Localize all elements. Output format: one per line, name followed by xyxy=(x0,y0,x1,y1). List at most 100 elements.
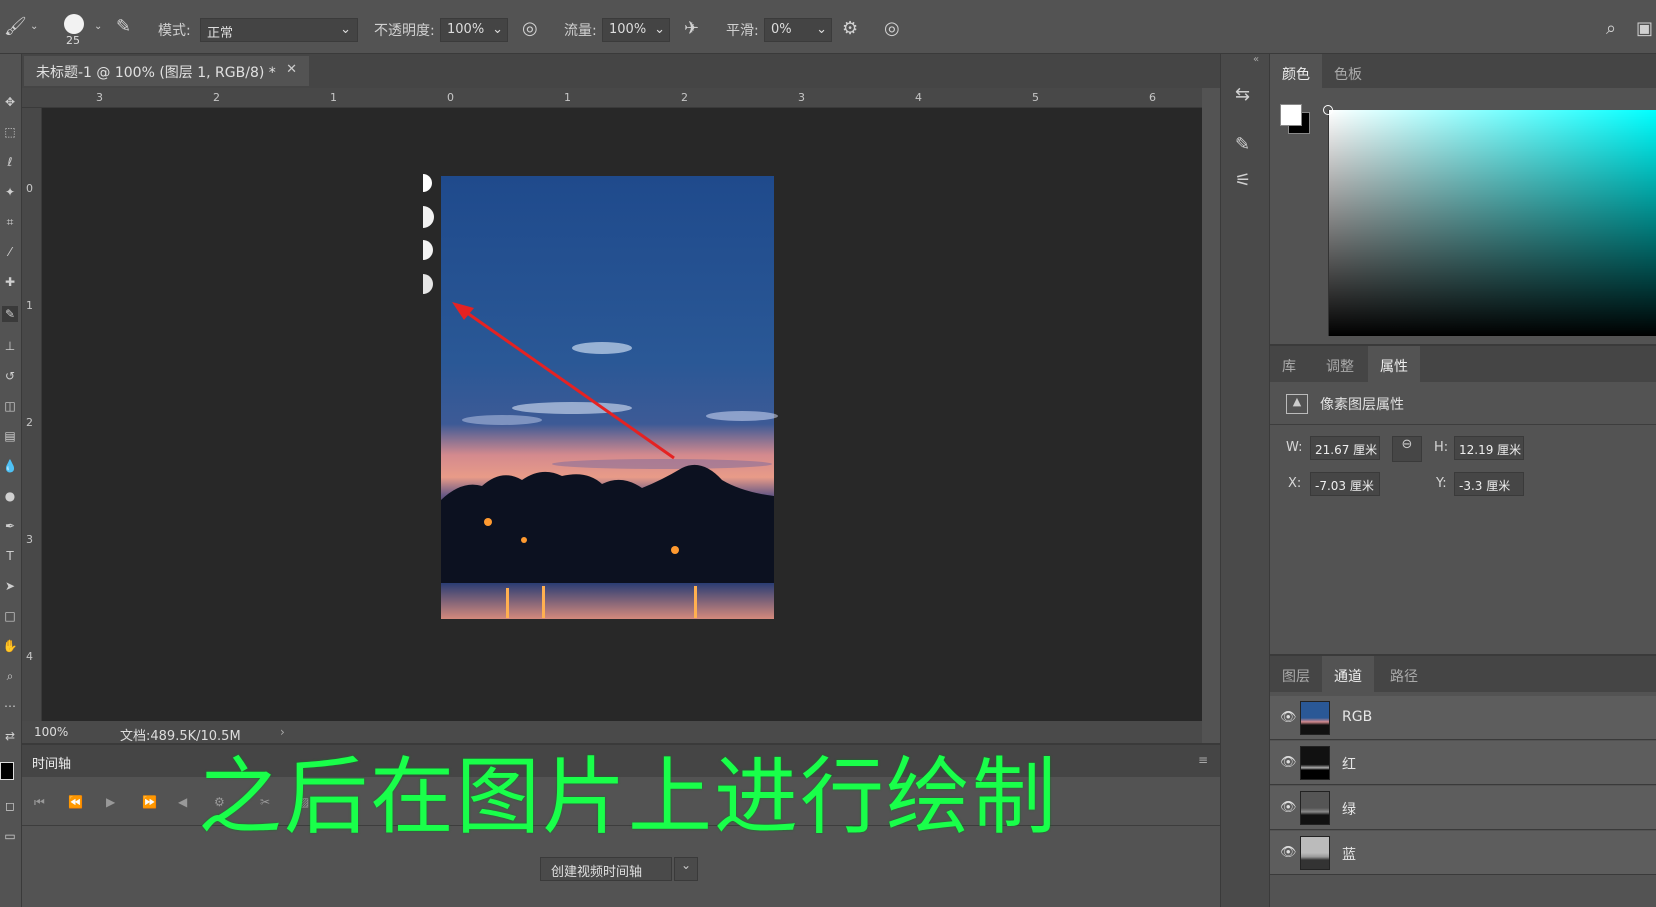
eye-icon[interactable]: 👁 xyxy=(1280,800,1297,815)
crop-tool-icon[interactable]: ⌗ xyxy=(2,214,18,230)
move-tool-icon[interactable]: ✥ xyxy=(2,94,18,110)
type-tool-icon[interactable]: T xyxy=(2,548,18,564)
previous-frame-icon[interactable]: ⏪ xyxy=(68,795,83,809)
channel-row[interactable]: 👁 绿 xyxy=(1270,786,1656,830)
photo-sunset xyxy=(441,176,778,619)
tab-libraries[interactable]: 库 xyxy=(1270,346,1308,382)
eye-icon[interactable]: 👁 xyxy=(1280,710,1297,725)
zoom-level[interactable]: 100% xyxy=(34,725,68,739)
channel-row[interactable]: 👁 RGB xyxy=(1270,696,1656,740)
healing-tool-icon[interactable]: ✚ xyxy=(2,274,18,290)
channel-row[interactable]: 👁 蓝 xyxy=(1270,831,1656,875)
mode-label: 模式: xyxy=(158,23,191,39)
height-value: 12.19 厘米 xyxy=(1459,443,1522,457)
height-field[interactable]: 12.19 厘米 xyxy=(1454,436,1524,460)
opacity-field[interactable]: 100% ⌄ xyxy=(440,18,508,42)
properties-panel-tabs: 库 调整 属性 xyxy=(1270,346,1656,382)
brush-preset-chevron-icon[interactable]: ⌄ xyxy=(94,22,102,32)
document-tab[interactable]: 未标题-1 @ 100% (图层 1, RGB/8) * ✕ xyxy=(24,56,309,86)
flow-value: 100% xyxy=(609,22,647,37)
path-select-tool-icon[interactable]: ➤ xyxy=(2,578,18,594)
channel-name: 蓝 xyxy=(1342,847,1356,863)
color-spectrum-field[interactable] xyxy=(1328,110,1656,336)
pen-tool-icon[interactable]: ✒ xyxy=(2,518,18,534)
channel-row[interactable]: 👁 红 xyxy=(1270,741,1656,785)
dodge-tool-icon[interactable]: ● xyxy=(2,488,18,504)
mode-dropdown[interactable]: 正常 ⌄ xyxy=(200,18,358,42)
ruler-tick-label: 0 xyxy=(447,91,454,104)
document-image[interactable] xyxy=(42,108,1202,721)
tab-swatches[interactable]: 色板 xyxy=(1322,54,1374,88)
next-frame-icon[interactable]: ⏩ xyxy=(142,795,157,809)
brush-tool-icon[interactable]: 🖌 xyxy=(4,18,27,36)
close-icon[interactable]: ✕ xyxy=(286,62,297,77)
tab-channels[interactable]: 通道 xyxy=(1322,656,1374,692)
brush-tool-icon[interactable]: ✎ xyxy=(2,306,18,322)
gear-icon[interactable]: ⚙ xyxy=(842,20,858,38)
blur-tool-icon[interactable]: 💧 xyxy=(2,458,18,474)
foreground-color-swatch[interactable] xyxy=(0,762,14,780)
y-position-value: -3.3 厘米 xyxy=(1459,479,1511,493)
collapse-icon[interactable]: « xyxy=(1253,54,1259,65)
smoothing-field[interactable]: 0% ⌄ xyxy=(764,18,832,42)
brush-settings-toggle-icon[interactable]: ✎ xyxy=(116,18,131,36)
chevron-down-icon[interactable]: ⌄ xyxy=(30,22,38,32)
foreground-color-swatch[interactable] xyxy=(1280,104,1302,126)
play-icon[interactable]: ▶ xyxy=(106,795,115,809)
zoom-tool-icon[interactable]: ⌕ xyxy=(2,668,18,684)
color-picker-handle[interactable] xyxy=(1323,105,1333,115)
quick-mask-icon[interactable]: ◻ xyxy=(2,798,18,814)
airbrush-icon[interactable]: ✈ xyxy=(684,20,699,38)
x-position-field[interactable]: -7.03 厘米 xyxy=(1310,472,1380,496)
tab-layers[interactable]: 图层 xyxy=(1270,656,1322,692)
brush-panel-icon[interactable]: ✎ xyxy=(1235,136,1250,154)
history-icon[interactable]: ⇆ xyxy=(1235,86,1250,104)
gradient-tool-icon[interactable]: ▤ xyxy=(2,428,18,444)
brush-strokes xyxy=(423,174,434,294)
color-panel-tabs: 颜色 色板 xyxy=(1270,54,1656,88)
link-icon[interactable]: ⊖ xyxy=(1392,436,1422,462)
eraser-tool-icon[interactable]: ◫ xyxy=(2,398,18,414)
swap-colors-icon[interactable]: ⇄ xyxy=(2,728,18,744)
width-field[interactable]: 21.67 厘米 xyxy=(1310,436,1380,460)
eye-icon[interactable]: 👁 xyxy=(1280,845,1297,860)
marquee-tool-icon[interactable]: ⬚ xyxy=(2,124,18,140)
color-panel: 颜色 色板 xyxy=(1270,54,1656,346)
search-icon[interactable]: ⌕ xyxy=(1606,20,1616,38)
lasso-tool-icon[interactable]: ℓ xyxy=(2,154,18,170)
tab-properties[interactable]: 属性 xyxy=(1368,346,1420,382)
audio-icon[interactable]: ◀ xyxy=(178,795,187,809)
properties-panel: 库 调整 属性 ▲ 像素图层属性 W: 21.67 厘米 ⊖ H: 12.19 … xyxy=(1270,346,1656,656)
adjustments-icon[interactable]: ⚟ xyxy=(1235,172,1251,190)
pressure-opacity-icon[interactable]: ◎ xyxy=(522,20,538,38)
panel-menu-icon[interactable]: ≡ xyxy=(1198,753,1208,767)
screen-mode-icon[interactable]: ▭ xyxy=(2,828,18,844)
quick-select-tool-icon[interactable]: ✦ xyxy=(2,184,18,200)
more-tools-icon[interactable]: ⋯ xyxy=(2,698,18,714)
chevron-down-icon[interactable]: ⌄ xyxy=(674,857,698,881)
eyedropper-tool-icon[interactable]: ⁄ xyxy=(2,244,18,260)
channels-panel: 图层 通道 路径 👁 RGB 👁 红 👁 绿 👁 蓝 xyxy=(1270,656,1656,907)
create-video-timeline-button[interactable]: 创建视频时间轴 xyxy=(540,857,672,881)
canvas-area[interactable] xyxy=(42,108,1202,721)
rectangle-tool-icon[interactable]: □ xyxy=(2,608,18,624)
pixel-layer-icon: ▲ xyxy=(1286,394,1308,414)
tab-paths[interactable]: 路径 xyxy=(1378,656,1430,692)
stamp-tool-icon[interactable]: ⊥ xyxy=(2,338,18,354)
ruler-tick-label: 0 xyxy=(26,182,33,195)
eye-icon[interactable]: 👁 xyxy=(1280,755,1297,770)
timeline-tab[interactable]: 时间轴 xyxy=(32,753,71,772)
brush-preset-preview[interactable] xyxy=(64,14,84,34)
height-label: H: xyxy=(1434,440,1449,455)
hand-tool-icon[interactable]: ✋ xyxy=(2,638,18,654)
tab-adjustments[interactable]: 调整 xyxy=(1314,346,1366,382)
channel-thumbnail xyxy=(1300,701,1330,735)
tab-color[interactable]: 颜色 xyxy=(1270,54,1322,88)
flow-field[interactable]: 100% ⌄ xyxy=(602,18,670,42)
y-position-field[interactable]: -3.3 厘米 xyxy=(1454,472,1524,496)
history-brush-tool-icon[interactable]: ↺ xyxy=(2,368,18,384)
video-subtitle: 之后在图片上进行绘制 xyxy=(198,748,1059,846)
pressure-size-icon[interactable]: ◎ xyxy=(884,20,900,38)
first-frame-icon[interactable]: ⏮ xyxy=(34,795,45,810)
workspace-icon[interactable]: ▣ xyxy=(1636,20,1653,38)
